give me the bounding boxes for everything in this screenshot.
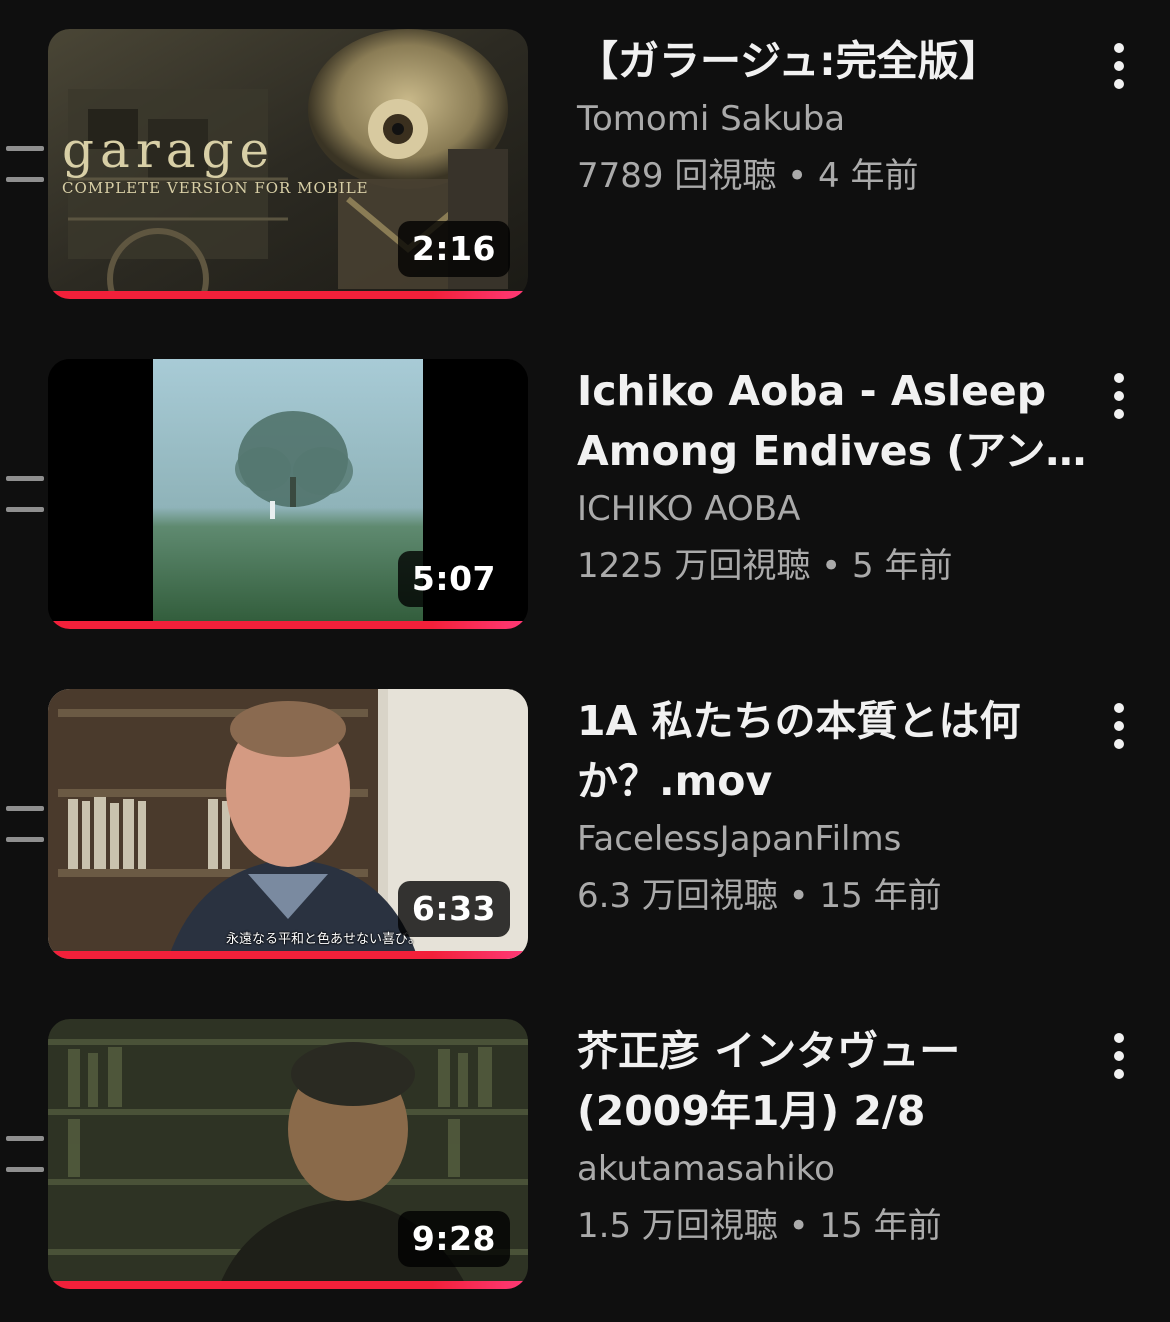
video-thumbnail[interactable]: 9:28 xyxy=(48,1019,528,1289)
thumbnail-caption: 永遠なる平和と色あせない喜び。 xyxy=(226,932,422,947)
duration-badge: 5:07 xyxy=(397,551,510,607)
video-info[interactable]: 芥正彦 インタヴュー (2009年1月) 2/8 akutamasahiko 1… xyxy=(577,1019,1097,1255)
video-info[interactable]: 【ガラージュ:完全版】 Tomomi Sakuba 7789 回視聴 • 4 年… xyxy=(577,29,1097,205)
more-vert-icon[interactable] xyxy=(1104,373,1134,443)
channel-name[interactable]: Tomomi Sakuba xyxy=(577,91,1097,148)
video-meta: 6.3 万回視聴 • 15 年前 xyxy=(577,876,942,916)
video-title[interactable]: Ichiko Aoba - Asleep Among Endives (アンディ… xyxy=(577,361,1097,481)
playlist-item[interactable]: 9:28 芥正彦 インタヴュー (2009年1月) 2/8 akutamasah… xyxy=(0,1019,1170,1291)
playlist-item[interactable]: 永遠なる平和と色あせない喜び。 6:33 1A 私たちの本質とは何か？.mov … xyxy=(0,689,1170,961)
playlist-item[interactable]: garage COMPLETE VERSION FOR MOBILE 2:16 … xyxy=(0,29,1170,301)
duration-badge: 2:16 xyxy=(397,221,510,277)
more-vert-icon[interactable] xyxy=(1104,703,1134,773)
more-vert-icon[interactable] xyxy=(1104,43,1134,113)
channel-name[interactable]: FacelessJapanFilms xyxy=(577,811,1097,868)
video-meta: 1.5 万回視聴 • 15 年前 xyxy=(577,1206,942,1246)
more-vert-icon[interactable] xyxy=(1104,1033,1134,1103)
watch-progress-bar xyxy=(48,951,528,959)
video-thumbnail[interactable]: garage COMPLETE VERSION FOR MOBILE 2:16 xyxy=(48,29,528,299)
drag-handle-icon[interactable] xyxy=(6,806,44,842)
video-meta: 1225 万回視聴 • 5 年前 xyxy=(577,546,953,586)
drag-handle-icon[interactable] xyxy=(6,1136,44,1172)
duration-badge: 6:33 xyxy=(397,881,510,937)
channel-name[interactable]: akutamasahiko xyxy=(577,1141,1097,1198)
watch-progress-bar xyxy=(48,621,528,629)
video-thumbnail[interactable]: 5:07 xyxy=(48,359,528,629)
video-title[interactable]: 1A 私たちの本質とは何か？.mov xyxy=(577,691,1097,811)
video-title[interactable]: 芥正彦 インタヴュー (2009年1月) 2/8 xyxy=(577,1021,1097,1141)
video-meta: 7789 回視聴 • 4 年前 xyxy=(577,156,919,196)
video-title[interactable]: 【ガラージュ:完全版】 xyxy=(577,31,1097,91)
video-info[interactable]: 1A 私たちの本質とは何か？.mov FacelessJapanFilms 6.… xyxy=(577,689,1097,925)
video-thumbnail[interactable]: 永遠なる平和と色あせない喜び。 6:33 xyxy=(48,689,528,959)
channel-name[interactable]: ICHIKO AOBA xyxy=(577,481,1097,538)
video-info[interactable]: Ichiko Aoba - Asleep Among Endives (アンディ… xyxy=(577,359,1097,595)
drag-handle-icon[interactable] xyxy=(6,476,44,512)
thumbnail-logo: garage COMPLETE VERSION FOR MOBILE xyxy=(62,121,369,197)
watch-progress-bar xyxy=(48,1281,528,1289)
duration-badge: 9:28 xyxy=(397,1211,510,1267)
playlist-item[interactable]: 5:07 Ichiko Aoba - Asleep Among Endives … xyxy=(0,359,1170,631)
drag-handle-icon[interactable] xyxy=(6,146,44,182)
watch-progress-bar xyxy=(48,291,528,299)
